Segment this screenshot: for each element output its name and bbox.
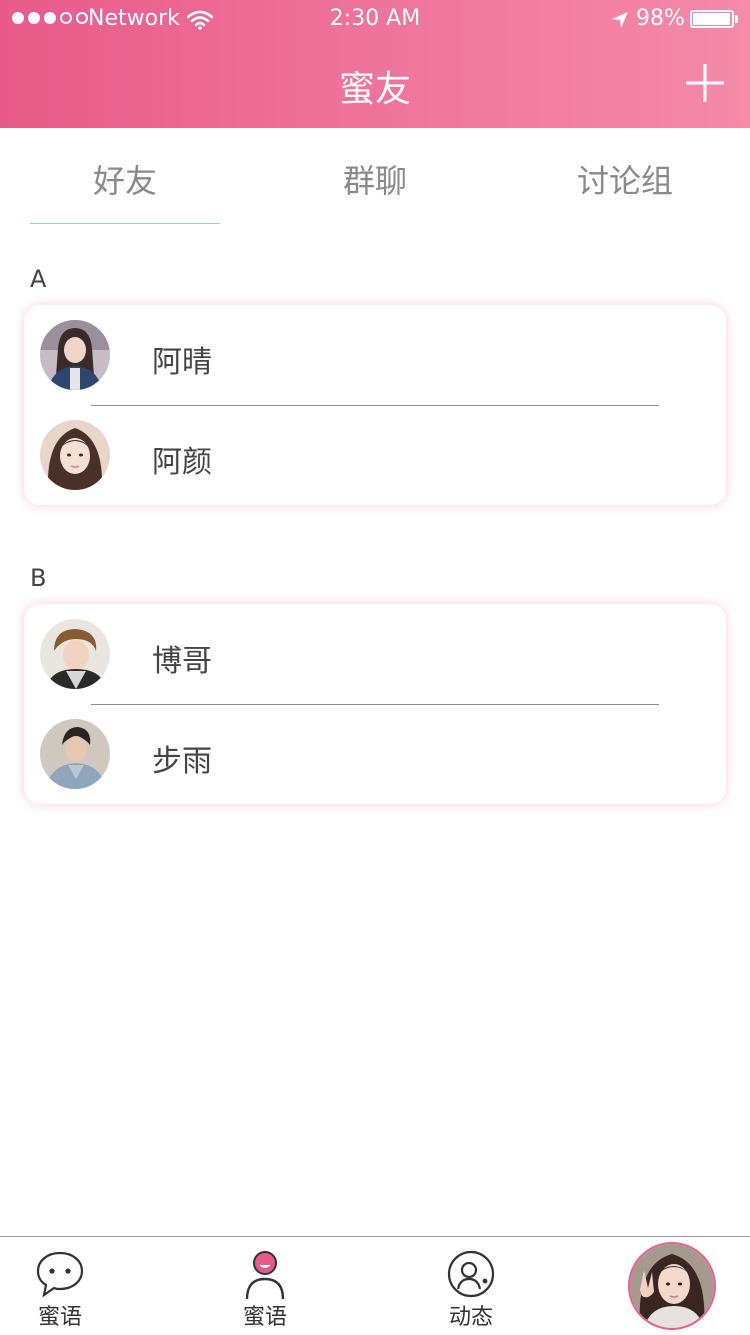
contact-group-card: 博哥 步雨 <box>24 604 726 804</box>
plus-icon[interactable] <box>684 62 726 104</box>
profile-avatar[interactable] <box>628 1242 716 1330</box>
page-title: 蜜友 <box>338 69 411 110</box>
tabbar-label: 蜜语 <box>242 1305 287 1330</box>
avatar <box>40 719 110 789</box>
segment-tabs: 好友 群聊 讨论组 <box>0 128 750 228</box>
tabbar-item-contacts[interactable]: 蜜语 <box>205 1237 325 1335</box>
contact-row[interactable]: 阿颜 <box>24 405 726 505</box>
battery-icon <box>690 10 740 28</box>
contact-group-card: 阿晴 阿颜 <box>24 305 726 505</box>
contact-row[interactable]: 阿晴 <box>24 305 726 405</box>
section-header-b: B <box>30 564 47 592</box>
tabbar-label: 动态 <box>448 1305 493 1330</box>
contact-row[interactable]: 步雨 <box>24 704 726 804</box>
contact-name: 步雨 <box>152 744 212 779</box>
tab-discussion-group[interactable]: 讨论组 <box>500 156 750 202</box>
contact-name: 博哥 <box>152 644 212 679</box>
header: Network 2:30 AM 98% 蜜友 <box>0 0 750 128</box>
battery-percentage: 98% <box>636 6 685 31</box>
chat-bubble-icon <box>36 1251 84 1298</box>
status-bar: Network 2:30 AM 98% <box>0 0 750 40</box>
tabbar-item-moments[interactable]: 动态 <box>411 1237 531 1335</box>
person-icon <box>245 1251 285 1299</box>
tabbar-label: 蜜语 <box>37 1305 82 1330</box>
section-header-a: A <box>30 265 47 293</box>
tab-group-chat[interactable]: 群聊 <box>250 156 500 202</box>
active-tab-indicator <box>30 223 220 224</box>
avatar <box>40 420 110 490</box>
contact-name: 阿颜 <box>152 445 212 480</box>
bottom-tab-bar: 蜜语 蜜语 动态 <box>0 1236 750 1335</box>
contact-row[interactable]: 博哥 <box>24 604 726 704</box>
avatar <box>40 619 110 689</box>
moments-icon <box>447 1250 495 1298</box>
contact-name: 阿晴 <box>152 345 212 380</box>
tabbar-item-messages[interactable]: 蜜语 <box>0 1237 120 1335</box>
avatar <box>40 320 110 390</box>
location-arrow-icon <box>612 12 628 28</box>
tab-friends[interactable]: 好友 <box>0 156 250 202</box>
